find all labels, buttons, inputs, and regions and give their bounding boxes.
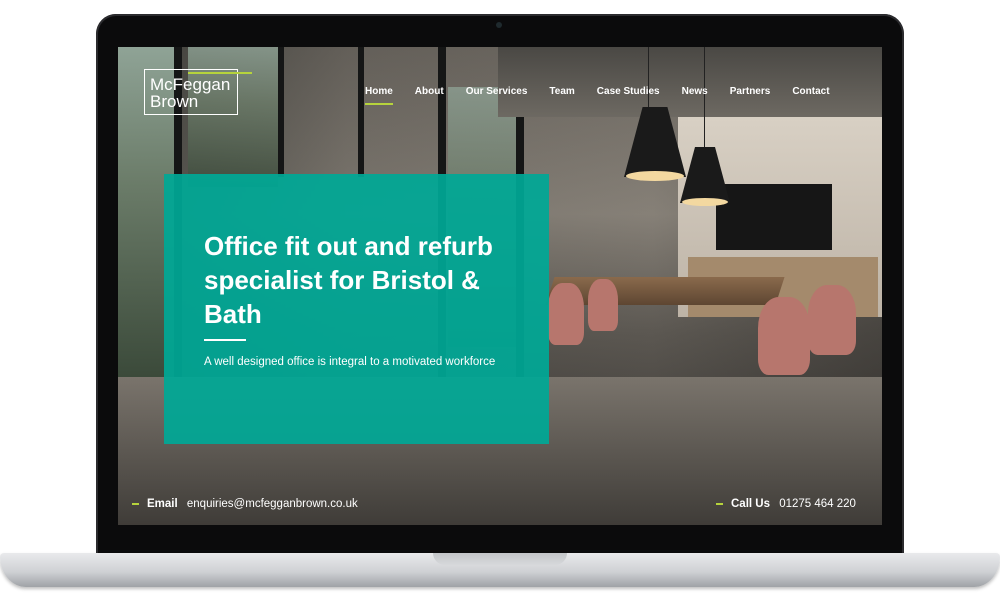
phone-dash-marker [716, 502, 723, 505]
laptop-opening-notch [433, 553, 567, 565]
nav-item-about[interactable]: About [415, 86, 444, 97]
nav-item-partners[interactable]: Partners [730, 86, 771, 97]
logo-text-line1: McFeggan [150, 75, 231, 94]
main-navigation: Home About Our Services Team Case Studie… [365, 86, 852, 105]
nav-item-our-services[interactable]: Our Services [466, 86, 528, 97]
email-link[interactable]: enquiries@mcfegganbrown.co.uk [187, 498, 358, 510]
phone-contact: Call Us 01275 464 220 [716, 498, 856, 510]
hero-divider [204, 339, 246, 341]
email-dash-marker [132, 502, 139, 505]
brand-logo[interactable]: McFeggan Brown [144, 69, 238, 115]
webcam [496, 22, 502, 28]
nav-item-case-studies[interactable]: Case Studies [597, 86, 660, 97]
logo-text-line2: Brown [150, 92, 199, 111]
phone-label: Call Us [731, 498, 770, 510]
phone-link[interactable]: 01275 464 220 [779, 498, 856, 510]
nav-item-home[interactable]: Home [365, 86, 393, 105]
nav-item-contact[interactable]: Contact [792, 86, 829, 97]
email-label: Email [147, 498, 178, 510]
laptop-mockup: McFeggan Brown Home About Our Services T… [0, 0, 1000, 599]
logo-accent-line [188, 72, 252, 74]
hero-panel: Office fit out and refurb specialist for… [164, 174, 549, 444]
hero-subtitle: A well designed office is integral to a … [204, 356, 496, 368]
nav-item-news[interactable]: News [682, 86, 708, 97]
hero-title: Office fit out and refurb specialist for… [204, 231, 493, 329]
website-screen: McFeggan Brown Home About Our Services T… [118, 47, 882, 525]
nav-item-team[interactable]: Team [549, 86, 574, 97]
email-contact: Email enquiries@mcfegganbrown.co.uk [132, 498, 358, 510]
